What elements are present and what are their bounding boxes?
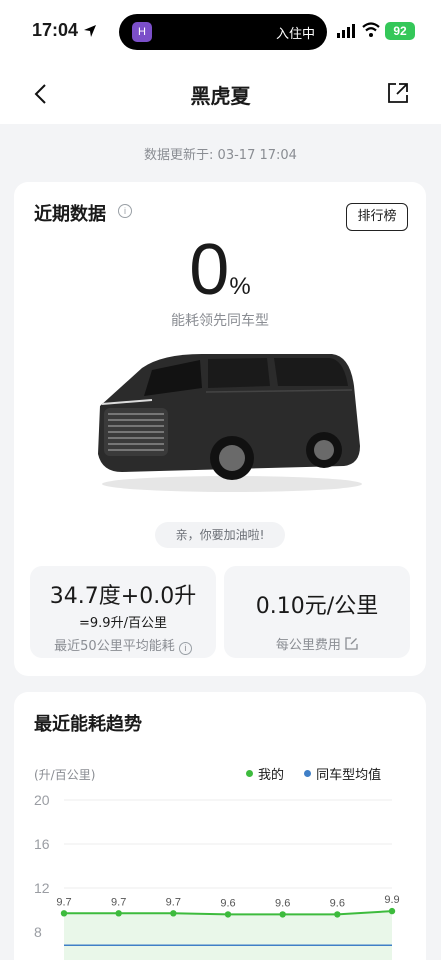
data-updated-time: 数据更新于: 03-17 17:04 (144, 148, 297, 163)
efficiency-percent-unit: % (229, 273, 251, 300)
trend-chart: 20 16 12 8 9.7 9.7 9.7 9.6 9.6 9.6 9.9 (34, 792, 400, 960)
mine-data-label: 9.7 (111, 896, 126, 908)
consumption-trend-card: 最近能耗趋势 (升/百公里) 我的 同车型均值 20 16 12 8 9.7 9.7 9.7… (14, 692, 426, 960)
y-tick-label: 8 (34, 924, 42, 940)
refuel-hint: 亲，你要加油啦! (155, 522, 285, 548)
trend-title: 最近能耗趋势 (34, 714, 142, 735)
wifi-icon (362, 22, 380, 37)
avg-consumption-caption-text: 最近50公里平均能耗 (54, 639, 175, 654)
status-time: 17:04 (32, 20, 79, 40)
cost-per-km-stat: 0.10元/公里 每公里费用 (224, 566, 410, 658)
status-bar: 17:04 H 入住中 92 (0, 0, 441, 64)
recent-data-card: 近期数据 i 排行榜 0% 能耗领先同车型 亲，你要加油啦! 34.7度+0.0… (14, 182, 426, 676)
mine-data-label: 9.6 (275, 897, 290, 909)
cost-per-km-caption: 每公里费用 (224, 634, 410, 653)
mine-data-point (224, 911, 232, 918)
y-tick-label: 16 (34, 836, 50, 852)
mine-data-point (60, 910, 68, 917)
info-icon[interactable]: i (178, 642, 192, 655)
share-icon[interactable] (387, 82, 409, 104)
legend-avg-dot (304, 770, 312, 777)
avg-consumption-stat: 34.7度+0.0升 =9.9升/百公里 最近50公里平均能耗 i (30, 566, 216, 658)
legend-mine-dot (246, 770, 253, 777)
mine-data-label: 9.9 (384, 894, 399, 906)
mine-data-point (170, 910, 177, 917)
info-icon[interactable]: i (118, 204, 132, 218)
mine-data-label: 9.6 (330, 897, 345, 909)
legend-avg-label: 同车型均值 (316, 768, 382, 783)
legend-mine: 我的 (246, 764, 284, 783)
avg-consumption-caption: 最近50公里平均能耗 i (30, 635, 216, 655)
y-tick-label: 20 (34, 792, 50, 808)
legend-mine-label: 我的 (258, 768, 285, 783)
cost-per-km-value: 0.10元/公里 (255, 594, 379, 619)
mine-data-point (279, 911, 286, 918)
battery-indicator: 92 (385, 22, 415, 40)
cost-per-km-caption-text: 每公里费用 (275, 638, 341, 653)
location-arrow-icon (84, 25, 96, 37)
avg-consumption-value: 34.7度+0.0升 (49, 584, 197, 609)
island-status-text: 入住中 (275, 27, 315, 42)
hotel-app-icon: H (132, 22, 152, 42)
mine-data-label: 9.7 (56, 896, 71, 908)
mine-data-label: 9.6 (220, 897, 235, 909)
mine-data-point (388, 907, 396, 915)
cellular-signal-icon (337, 24, 355, 38)
efficiency-caption: 能耗领先同车型 (171, 313, 269, 329)
avg-consumption-converted: =9.9升/百公里 (79, 616, 167, 631)
y-tick-label: 12 (34, 880, 50, 896)
chart-legend: 我的 同车型均值 (246, 764, 397, 783)
mine-data-point (334, 911, 341, 918)
leaderboard-button[interactable]: 排行榜 (346, 203, 408, 231)
page-title: 黑虎夏 (190, 84, 251, 108)
recent-data-title: 近期数据 (34, 204, 106, 225)
legend-avg: 同车型均值 (304, 764, 381, 783)
mine-series-area (64, 911, 392, 960)
vehicle-image (98, 354, 362, 492)
edit-icon[interactable] (345, 637, 358, 650)
efficiency-percent: 0% (14, 234, 426, 306)
mine-data-label: 9.7 (166, 896, 181, 908)
efficiency-percent-value: 0 (189, 230, 230, 310)
mine-data-point (115, 910, 122, 917)
nav-bar: 黑虎夏 (0, 64, 441, 124)
y-axis-unit: (升/百公里) (34, 768, 96, 782)
dynamic-island[interactable]: H 入住中 (119, 14, 327, 50)
